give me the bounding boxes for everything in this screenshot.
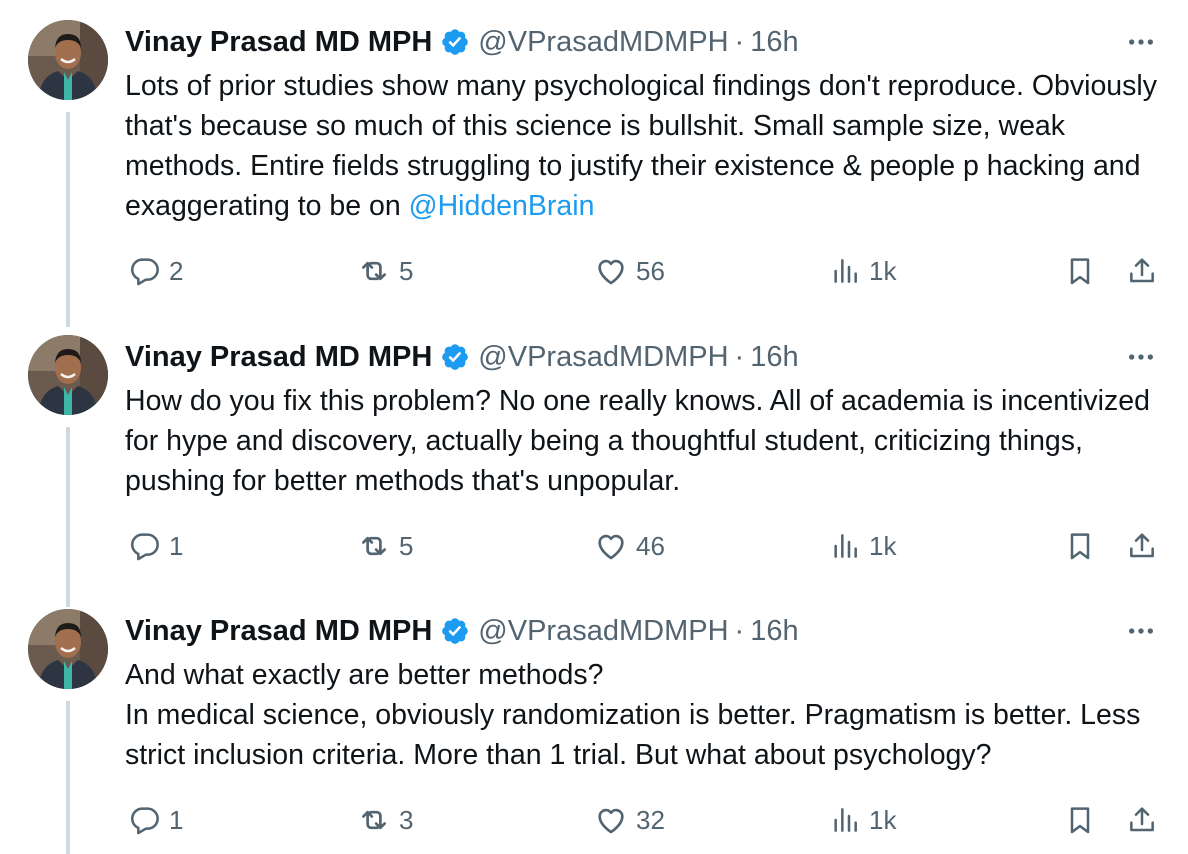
tweet-actions: 2 5 56 1k [0, 251, 1188, 291]
reply-button[interactable]: 1 [129, 526, 183, 566]
reply-bubble-icon [129, 530, 161, 562]
bookmark-button[interactable] [1064, 251, 1096, 291]
like-count: 32 [636, 804, 665, 835]
author-handle[interactable]: @VPrasadMDMPH [478, 337, 728, 377]
retweet-button[interactable]: 5 [357, 251, 413, 291]
tweet-header: Vinay Prasad MD MPH @VPrasadMDMPH · 16h [125, 611, 799, 651]
bookmark-icon [1064, 804, 1096, 836]
views-button[interactable]: 1k [829, 251, 896, 291]
views-bar-chart-icon [829, 804, 861, 836]
author-name[interactable]: Vinay Prasad MD MPH [125, 22, 432, 62]
verified-badge-icon[interactable] [440, 342, 470, 372]
views-count: 1k [869, 804, 897, 835]
avatar[interactable] [28, 609, 108, 689]
like-count: 56 [636, 255, 665, 286]
avatar[interactable] [28, 335, 108, 415]
views-bar-chart-icon [829, 255, 861, 287]
retweet-icon [357, 803, 391, 837]
bookmark-icon [1064, 530, 1096, 562]
more-horizontal-icon[interactable] [1124, 611, 1158, 651]
tweet-header: Vinay Prasad MD MPH @VPrasadMDMPH · 16h [125, 22, 799, 62]
tweet-timestamp[interactable]: 16h [750, 22, 798, 62]
verified-badge-icon[interactable] [440, 27, 470, 57]
heart-icon [594, 254, 628, 288]
tweet-actions: 1 3 32 1k [0, 800, 1188, 840]
tweet-text-line: And what exactly are better methods? [125, 659, 604, 691]
reply-count: 2 [169, 255, 184, 286]
tweet-2[interactable]: Vinay Prasad MD MPH @VPrasadMDMPH · 16h … [0, 315, 1188, 607]
share-upload-icon [1126, 804, 1158, 836]
reply-bubble-icon [129, 804, 161, 836]
share-upload-icon [1126, 530, 1158, 562]
share-upload-icon [1126, 255, 1158, 287]
retweet-count: 5 [399, 530, 414, 561]
separator-dot: · [734, 341, 745, 373]
bookmark-button[interactable] [1064, 800, 1096, 840]
heart-icon [594, 529, 628, 563]
share-button[interactable] [1126, 800, 1158, 840]
author-handle[interactable]: @VPrasadMDMPH [478, 22, 728, 62]
share-button[interactable] [1126, 251, 1158, 291]
author-name[interactable]: Vinay Prasad MD MPH [125, 337, 432, 377]
verified-badge-icon[interactable] [440, 616, 470, 646]
tweet-text-body: Lots of prior studies show many psycholo… [125, 70, 1157, 222]
author-name[interactable]: Vinay Prasad MD MPH [125, 611, 432, 651]
reply-button[interactable]: 2 [129, 251, 183, 291]
separator-dot: · [734, 26, 745, 58]
bookmark-icon [1064, 255, 1096, 287]
like-count: 46 [636, 530, 665, 561]
like-button[interactable]: 32 [594, 800, 665, 840]
author-handle[interactable]: @VPrasadMDMPH [478, 611, 728, 651]
more-horizontal-icon[interactable] [1124, 337, 1158, 377]
tweet-text: Lots of prior studies show many psycholo… [125, 66, 1165, 226]
thread-connector-line [66, 427, 70, 607]
tweet-3[interactable]: Vinay Prasad MD MPH @VPrasadMDMPH · 16h … [0, 589, 1188, 854]
tweet-text: How do you fix this problem? No one real… [125, 381, 1165, 501]
tweet-text-line: In medical science, obviously randomizat… [125, 699, 1141, 771]
like-button[interactable]: 46 [594, 526, 665, 566]
mention-link[interactable]: @HiddenBrain [409, 190, 595, 222]
reply-bubble-icon [129, 255, 161, 287]
like-button[interactable]: 56 [594, 251, 665, 291]
views-count: 1k [869, 255, 897, 286]
reply-count: 1 [169, 530, 184, 561]
heart-icon [594, 803, 628, 837]
thread-connector-line [66, 112, 70, 327]
retweet-button[interactable]: 3 [357, 800, 413, 840]
views-button[interactable]: 1k [829, 800, 896, 840]
tweet-timestamp[interactable]: 16h [750, 337, 798, 377]
retweet-count: 3 [399, 804, 414, 835]
retweet-icon [357, 529, 391, 563]
views-count: 1k [869, 530, 897, 561]
avatar[interactable] [28, 20, 108, 100]
tweet-timestamp[interactable]: 16h [750, 611, 798, 651]
tweet-text: And what exactly are better methods? In … [125, 655, 1165, 775]
views-button[interactable]: 1k [829, 526, 896, 566]
tweet-1[interactable]: Vinay Prasad MD MPH @VPrasadMDMPH · 16h … [0, 0, 1188, 327]
retweet-count: 5 [399, 255, 414, 286]
reply-button[interactable]: 1 [129, 800, 183, 840]
tweet-actions: 1 5 46 1k [0, 526, 1188, 566]
retweet-icon [357, 254, 391, 288]
views-bar-chart-icon [829, 530, 861, 562]
tweet-header: Vinay Prasad MD MPH @VPrasadMDMPH · 16h [125, 337, 799, 377]
bookmark-button[interactable] [1064, 526, 1096, 566]
separator-dot: · [734, 615, 745, 647]
retweet-button[interactable]: 5 [357, 526, 413, 566]
share-button[interactable] [1126, 526, 1158, 566]
tweet-text-body: How do you fix this problem? No one real… [125, 385, 1150, 497]
more-horizontal-icon[interactable] [1124, 22, 1158, 62]
reply-count: 1 [169, 804, 184, 835]
